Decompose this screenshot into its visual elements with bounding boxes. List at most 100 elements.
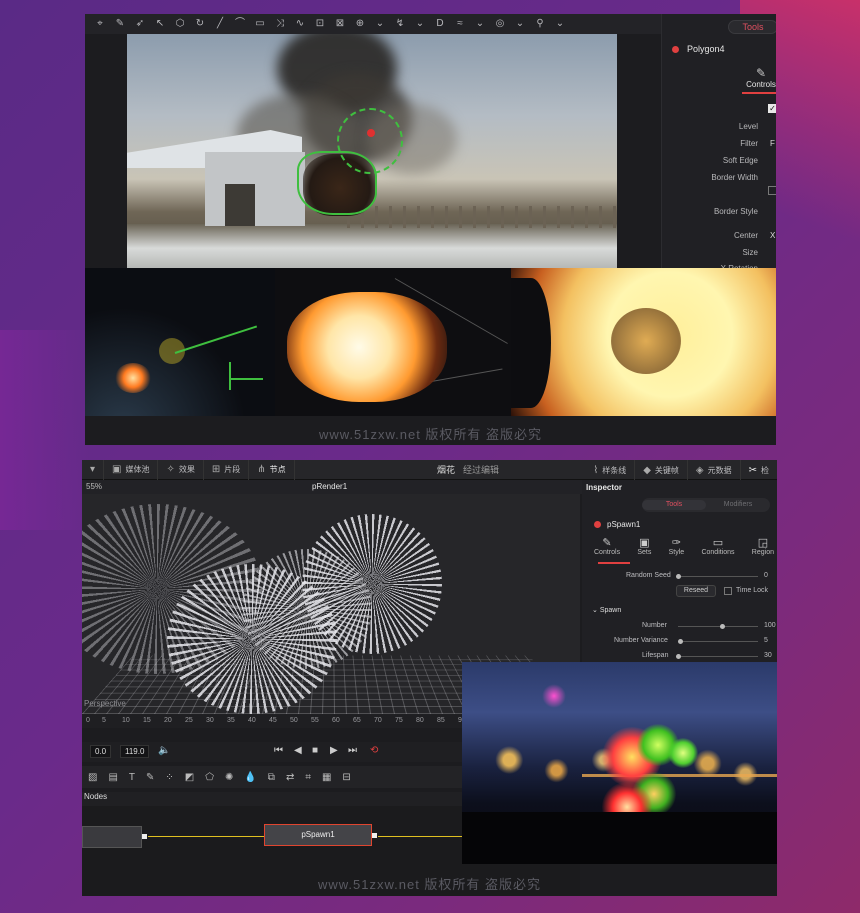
subtab-region[interactable]: ◲ Region bbox=[752, 536, 774, 556]
delete-point-icon[interactable]: ⊠ bbox=[333, 18, 347, 30]
random-seed-slider[interactable] bbox=[678, 576, 758, 577]
explosion-burst bbox=[287, 292, 447, 402]
chevron-down-icon[interactable]: ⌄ bbox=[473, 18, 487, 30]
prop-filter: Filter bbox=[740, 139, 758, 148]
start-frame-field[interactable]: 0.0 bbox=[90, 745, 112, 758]
line-tool-icon[interactable]: ╱ bbox=[213, 18, 227, 30]
top-screenshot-panel: ⌖ ✎ ➶ ↖ ⬡ ↻ ╱ ⌒ ▭ ⤨ ∿ ⊡ ⊠ ⊕ ⌄ ↯ ⌄ D ≈ ⌄ … bbox=[85, 14, 776, 445]
viewer-title: pRender1 bbox=[312, 482, 348, 491]
transform-tool-icon[interactable]: ⤨ bbox=[273, 18, 287, 30]
menu-item-keyframes[interactable]: ◆ 关键帧 bbox=[635, 460, 688, 480]
bezier-tool-icon[interactable]: ⌒ bbox=[233, 18, 247, 30]
menu-item-clips[interactable]: ⊞ 片段 bbox=[204, 460, 250, 480]
rect-tool-icon[interactable]: ▭ bbox=[253, 18, 267, 30]
reseed-button[interactable]: Reseed bbox=[676, 585, 716, 597]
fireball-shadow bbox=[511, 278, 551, 408]
option-checkbox[interactable] bbox=[768, 186, 776, 195]
background-tool-icon[interactable]: ▨ bbox=[88, 772, 97, 783]
ruler-tick: 60 bbox=[332, 717, 340, 724]
render-tool-icon[interactable]: ▦ bbox=[322, 772, 331, 783]
crop-tool-icon[interactable]: ⊡ bbox=[313, 18, 327, 30]
chevron-down-icon[interactable]: ⌄ bbox=[373, 18, 387, 30]
pointer-tool-icon[interactable]: ➶ bbox=[133, 18, 147, 30]
tab-controls[interactable]: ✎ Controls bbox=[744, 66, 776, 89]
subtab-sets[interactable]: ▣ Sets bbox=[637, 536, 651, 556]
lifespan-slider[interactable] bbox=[678, 656, 758, 657]
audio-icon[interactable]: 🔈 bbox=[158, 745, 170, 756]
wave-tool-icon[interactable]: ≈ bbox=[453, 18, 467, 30]
inspector-icon: ✂ bbox=[748, 464, 757, 476]
slider-knob[interactable] bbox=[676, 654, 681, 659]
polygon-mask-icon[interactable]: ⬠ bbox=[205, 772, 214, 783]
menu-item-metadata[interactable]: ◈ 元数据 bbox=[688, 460, 741, 480]
stop-icon[interactable]: ■ bbox=[312, 745, 318, 756]
subtab-label: Style bbox=[668, 549, 685, 556]
number-slider[interactable] bbox=[678, 626, 758, 627]
time-lock-checkbox[interactable] bbox=[724, 587, 732, 595]
merge-tool-icon[interactable]: ⧉ bbox=[268, 772, 275, 783]
particle-tool-icon[interactable]: ⁘ bbox=[165, 772, 173, 783]
spawn-section-header[interactable]: ⌄ Spawn bbox=[592, 606, 621, 614]
menu-item-nodes[interactable]: ⋔ 节点 bbox=[249, 460, 295, 480]
menu-item-inspector[interactable]: ✂ 检 bbox=[741, 460, 777, 480]
play-reverse-icon[interactable]: ◀ bbox=[294, 745, 302, 756]
node-port[interactable] bbox=[142, 834, 147, 839]
node-port[interactable] bbox=[372, 833, 377, 838]
node-pspawn[interactable]: pSpawn1 bbox=[264, 824, 372, 846]
subtab-controls[interactable]: ✎ Controls bbox=[594, 536, 620, 556]
feather-tool-icon[interactable]: ↯ bbox=[393, 18, 407, 30]
tab-tools[interactable]: Tools bbox=[642, 500, 706, 510]
add-point-icon[interactable]: ⊕ bbox=[353, 18, 367, 30]
rotation-gizmo[interactable] bbox=[337, 108, 403, 174]
crop-tool-icon[interactable]: ⌗ bbox=[305, 772, 311, 783]
tab-modifiers[interactable]: Modifiers bbox=[706, 500, 770, 510]
slider-knob[interactable] bbox=[676, 574, 681, 579]
chevron-down-icon[interactable]: ⌄ bbox=[413, 18, 427, 30]
go-to-start-icon[interactable]: ⏮ bbox=[274, 745, 283, 756]
output-tool-icon[interactable]: ⊟ bbox=[342, 772, 350, 783]
text-tool-icon[interactable]: T bbox=[129, 772, 135, 783]
image-tool-icon[interactable]: ▤ bbox=[108, 772, 117, 783]
random-seed-value[interactable]: 0 bbox=[764, 572, 768, 579]
number-variance-value[interactable]: 5 bbox=[764, 637, 768, 644]
zoom-level[interactable]: 55% bbox=[86, 482, 102, 491]
menu-item-spline[interactable]: ⌇ 样条线 bbox=[585, 460, 636, 480]
lifespan-value[interactable]: 30 bbox=[764, 652, 772, 659]
smooth-tool-icon[interactable]: ∿ bbox=[293, 18, 307, 30]
node-upstream[interactable] bbox=[82, 826, 142, 848]
prop-filter-value[interactable]: F bbox=[770, 139, 775, 148]
menu-dropdown[interactable]: ▾ bbox=[82, 460, 105, 480]
mask-tool-icon[interactable]: ◩ bbox=[185, 772, 194, 783]
paint-tool-icon[interactable]: ✎ bbox=[146, 772, 154, 783]
brush-tool-icon[interactable]: ✎ bbox=[113, 18, 127, 30]
target-tool-icon[interactable]: ◎ bbox=[493, 18, 507, 30]
slider-knob[interactable] bbox=[720, 624, 725, 629]
center-handle[interactable] bbox=[367, 129, 375, 137]
wand-tool-icon[interactable]: ⚲ bbox=[533, 18, 547, 30]
transform-tool-icon[interactable]: ⇄ bbox=[286, 772, 294, 783]
menu-item-effects[interactable]: ✧ 效果 bbox=[158, 460, 204, 480]
light-tool-icon[interactable]: ✺ bbox=[225, 772, 233, 783]
prop-center-x[interactable]: X bbox=[770, 231, 775, 240]
enable-checkbox[interactable]: ✓ bbox=[768, 104, 776, 113]
spline-tool-icon[interactable]: ↖ bbox=[153, 18, 167, 30]
drop-tool-icon[interactable]: 💧 bbox=[244, 772, 256, 783]
end-frame-field[interactable]: 119.0 bbox=[120, 745, 150, 758]
polygon-tool-icon[interactable]: ⬡ bbox=[173, 18, 187, 30]
select-tool-icon[interactable]: ⌖ bbox=[93, 18, 107, 30]
number-value[interactable]: 100 bbox=[764, 622, 776, 629]
rotate-tool-icon[interactable]: ↻ bbox=[193, 18, 207, 30]
composite-viewer[interactable] bbox=[127, 34, 617, 268]
chevron-down-icon[interactable]: ⌄ bbox=[513, 18, 527, 30]
play-icon[interactable]: ▶ bbox=[330, 745, 338, 756]
chevron-down-icon[interactable]: ⌄ bbox=[553, 18, 567, 30]
number-variance-slider[interactable] bbox=[678, 641, 758, 642]
slider-knob[interactable] bbox=[678, 639, 683, 644]
go-to-end-icon[interactable]: ⏭ bbox=[348, 745, 357, 756]
menu-item-media-pool[interactable]: ▣ 媒体池 bbox=[104, 460, 159, 480]
subtab-conditions[interactable]: ▭ Conditions bbox=[701, 536, 734, 556]
tools-button[interactable]: Tools bbox=[728, 20, 776, 34]
subtab-style[interactable]: ✑ Style bbox=[669, 536, 685, 556]
loop-icon[interactable]: ⟲ bbox=[370, 745, 378, 756]
d-tool-icon[interactable]: D bbox=[433, 18, 447, 30]
